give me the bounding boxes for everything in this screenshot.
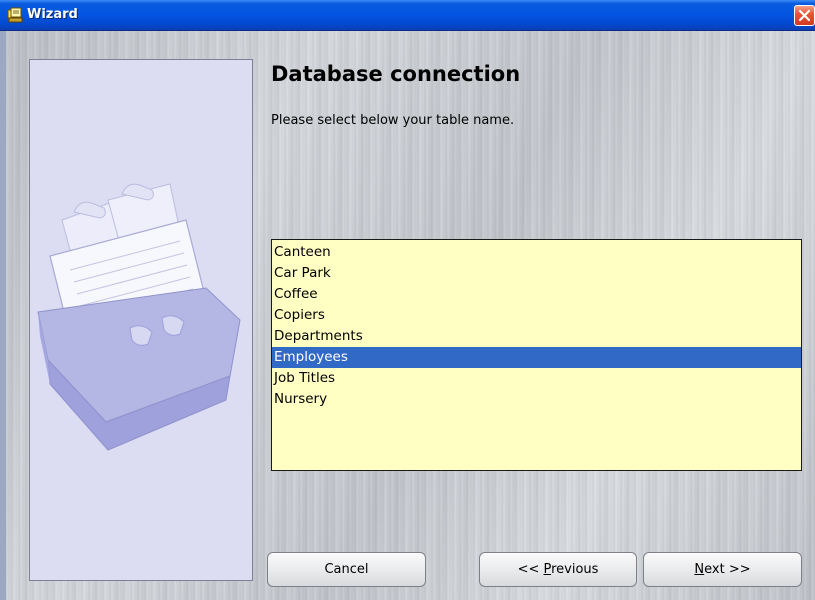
- list-item[interactable]: Canteen: [272, 242, 801, 263]
- wizard-side-image-panel: [29, 59, 253, 581]
- next-button[interactable]: Next >>: [643, 552, 802, 587]
- close-icon: [798, 9, 811, 22]
- window-title: Wizard: [27, 7, 78, 22]
- close-button[interactable]: [794, 5, 815, 26]
- window-left-border: [0, 31, 6, 600]
- list-item[interactable]: Departments: [272, 326, 801, 347]
- list-item[interactable]: Car Park: [272, 263, 801, 284]
- list-item[interactable]: Nursery: [272, 389, 801, 410]
- table-listbox[interactable]: Canteen Car Park Coffee Copiers Departme…: [271, 239, 802, 471]
- rolodex-card-file-illustration: [37, 183, 241, 451]
- previous-button-mnemonic: P: [543, 562, 552, 577]
- title-bar[interactable]: Wizard: [0, 0, 815, 31]
- previous-button-prefix: <<: [517, 562, 544, 577]
- instruction-text: Please select below your table name.: [271, 113, 515, 128]
- cancel-button[interactable]: Cancel: [267, 552, 426, 587]
- previous-button[interactable]: << Previous: [479, 552, 637, 587]
- card-file-icon: [7, 7, 23, 23]
- list-item[interactable]: Coffee: [272, 284, 801, 305]
- page-title: Database connection: [271, 62, 521, 86]
- next-button-mnemonic: N: [694, 562, 705, 577]
- wizard-window: Wizard Database connection Please select…: [0, 0, 815, 600]
- list-item[interactable]: Job Titles: [272, 368, 801, 389]
- list-item[interactable]: Copiers: [272, 305, 801, 326]
- previous-button-label: revious: [551, 562, 599, 577]
- list-item-selected[interactable]: Employees: [272, 347, 801, 368]
- next-button-label: ext >>: [704, 562, 751, 577]
